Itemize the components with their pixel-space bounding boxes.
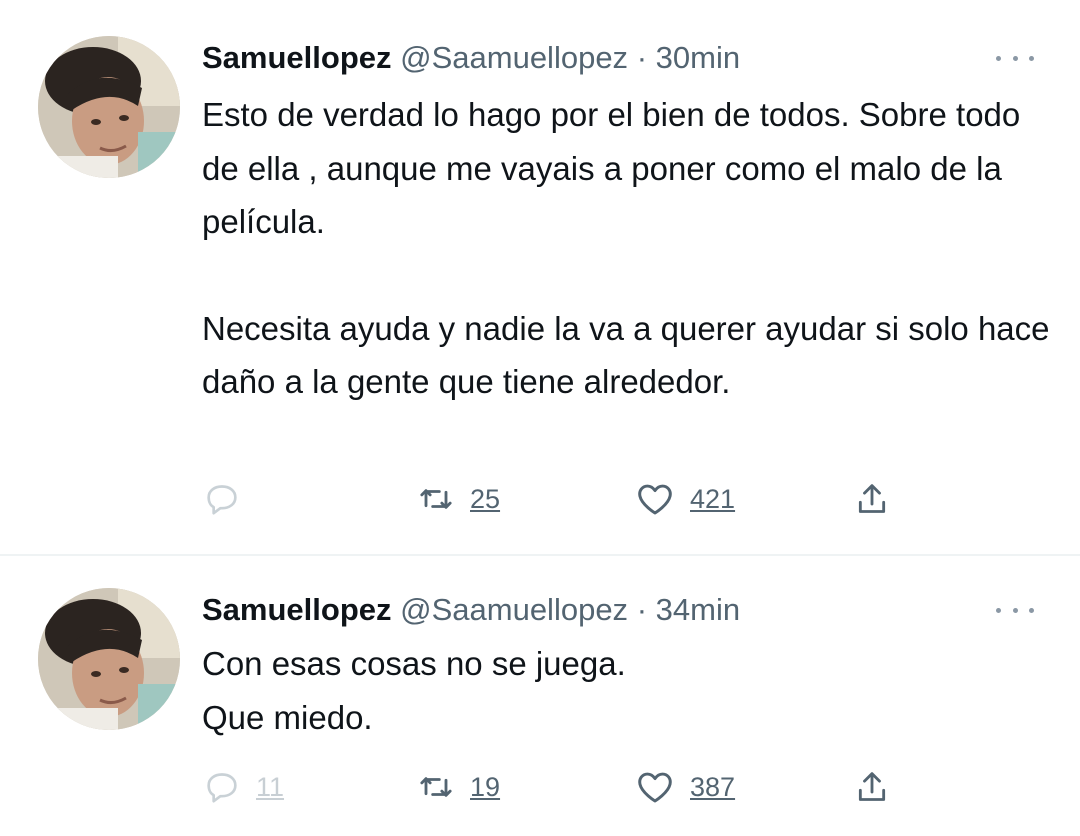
author-handle[interactable]: @Saamuellopez xyxy=(400,592,628,627)
timestamp[interactable]: 34min xyxy=(656,592,740,627)
tweet[interactable]: Samuellopez @Saamuellopez · 30min Esto d… xyxy=(0,0,1080,556)
reply-icon xyxy=(207,773,237,803)
separator-dot: · xyxy=(636,40,648,75)
reply-button[interactable] xyxy=(202,474,256,524)
tweet-paragraph: Esto de verdad lo hago por el bien de to… xyxy=(202,96,1021,240)
avatar[interactable] xyxy=(38,36,180,178)
avatar-photo xyxy=(38,588,180,730)
share-icon xyxy=(858,484,886,513)
share-button[interactable] xyxy=(852,762,892,812)
avatar-photo xyxy=(38,36,180,178)
like-button[interactable]: 421 xyxy=(634,474,735,524)
share-button[interactable] xyxy=(852,474,892,524)
retweet-count: 25 xyxy=(470,483,501,514)
tweet-text: Esto de verdad lo hago por el bien de to… xyxy=(202,88,1052,409)
retweet-count: 19 xyxy=(470,771,501,802)
retweet-icon xyxy=(420,777,452,797)
like-count: 387 xyxy=(690,771,736,802)
retweet-button[interactable]: 19 xyxy=(416,762,500,812)
reply-icon xyxy=(207,485,237,515)
more-button[interactable] xyxy=(996,600,1034,620)
author-handle[interactable]: @Saamuellopez xyxy=(400,40,628,75)
heart-icon xyxy=(638,484,672,515)
tweet-text: Con esas cosas no se juega. Que miedo. xyxy=(202,637,1052,744)
more-icon xyxy=(1012,607,1018,613)
tweet-line: Con esas cosas no se juega. xyxy=(202,645,626,682)
heart-icon xyxy=(638,772,672,803)
timestamp[interactable]: 30min xyxy=(656,40,740,75)
reply-button[interactable]: 11 xyxy=(202,762,284,812)
share-icon xyxy=(858,772,886,801)
more-icon xyxy=(1029,607,1034,613)
more-icon xyxy=(1029,55,1034,61)
tweet-header: Samuellopez @Saamuellopez · 30min xyxy=(202,40,740,76)
tweet-actions: 25 421 xyxy=(202,474,902,524)
like-button[interactable]: 387 xyxy=(634,762,735,812)
tweet-paragraph: Necesita ayuda y nadie la va a querer ay… xyxy=(202,309,1050,401)
more-icon xyxy=(996,55,1001,61)
more-icon xyxy=(1012,55,1018,61)
more-button[interactable] xyxy=(996,48,1034,68)
separator-dot: · xyxy=(636,592,648,627)
more-icon xyxy=(996,607,1001,613)
avatar[interactable] xyxy=(38,588,180,730)
tweet-header: Samuellopez @Saamuellopez · 34min xyxy=(202,592,740,628)
like-count: 421 xyxy=(690,483,736,514)
tweet[interactable]: Samuellopez @Saamuellopez · 34min Con es… xyxy=(0,556,1080,836)
retweet-icon xyxy=(420,489,452,509)
reply-count: 11 xyxy=(256,771,285,802)
tweet-line: Que miedo. xyxy=(202,698,373,736)
tweet-actions: 11 19 387 xyxy=(202,762,902,812)
retweet-button[interactable]: 25 xyxy=(416,474,500,524)
author-name[interactable]: Samuellopez xyxy=(202,40,392,75)
author-name[interactable]: Samuellopez xyxy=(202,592,392,627)
